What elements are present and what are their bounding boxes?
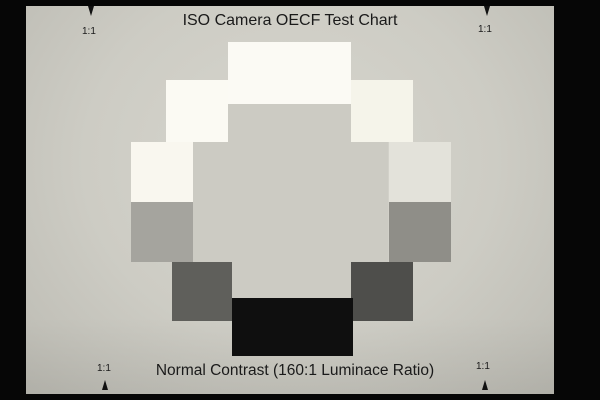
patch-upper-left [166,80,228,142]
patch-lower-left [172,262,232,321]
ratio-label-bottom-right: 1:1 [476,361,490,372]
patch-top-center [228,42,351,104]
patch-right-top [389,142,451,202]
ratio-label-top-left: 1:1 [82,26,96,37]
alignment-tick-bottom-right [482,380,488,390]
patch-bottom-center [232,298,353,356]
oecf-photo: ISO Camera OECF Test Chart Normal Contra… [0,0,600,400]
alignment-tick-bottom-left [102,380,108,390]
patch-upper-right [351,80,413,142]
ratio-label-top-right: 1:1 [478,24,492,35]
alignment-tick-top-left [88,6,94,16]
chart-subtitle: Normal Contrast (160:1 Luminace Ratio) [155,362,435,379]
ratio-label-bottom-left: 1:1 [97,363,111,374]
patch-right-middle [389,202,451,262]
patch-left-middle [131,202,193,262]
patch-lower-right [351,262,413,321]
alignment-tick-top-right [484,6,490,16]
patch-left-top [131,142,193,202]
